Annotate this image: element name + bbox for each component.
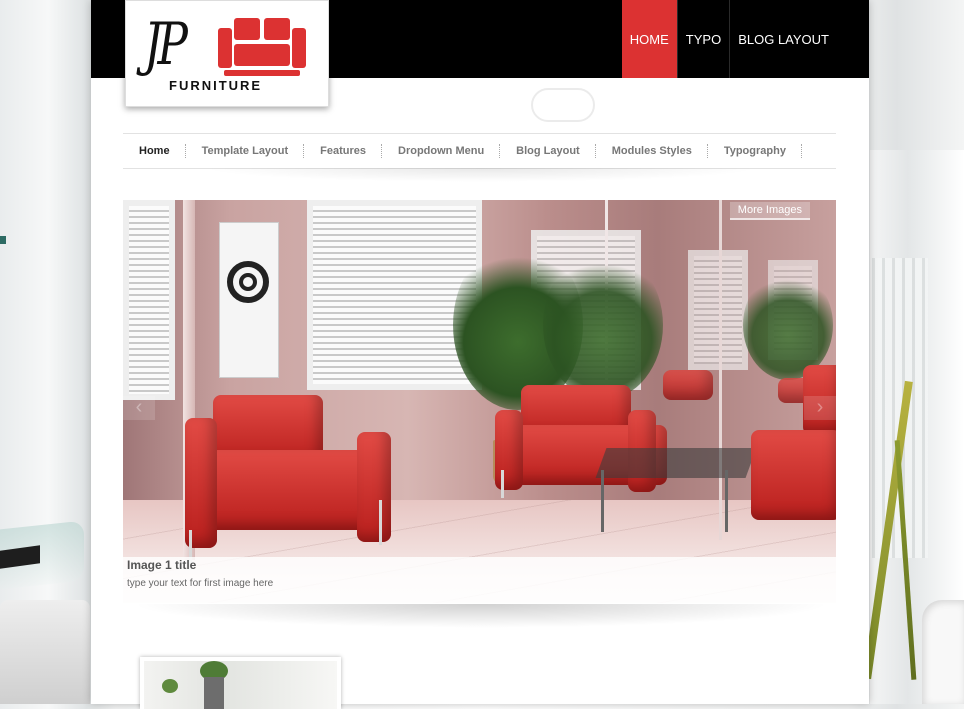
menu-item-features[interactable]: Features — [304, 144, 383, 158]
chevron-right-icon[interactable]: › — [804, 396, 836, 420]
page-container: JP FURNITURE HOME TYPO BLOG LAYOUT Home … — [91, 0, 869, 709]
menu-shadow — [201, 168, 761, 182]
background-lamp — [922, 600, 964, 704]
spiral-art-icon — [227, 261, 269, 303]
slide-armchair — [751, 430, 836, 520]
background-accent — [0, 236, 6, 244]
slide-plant — [743, 270, 833, 380]
image-slideshow[interactable]: More Images ‹ › Image 1 title type your … — [123, 200, 836, 603]
slide-armchair — [495, 410, 523, 490]
thumbnail-image[interactable] — [140, 657, 341, 709]
slideshow-shadow — [131, 604, 831, 628]
menu-item-home[interactable]: Home — [123, 144, 186, 158]
thumbnail-pot — [204, 677, 224, 709]
top-nav-typo[interactable]: TYPO — [676, 0, 729, 78]
more-images-button[interactable]: More Images — [729, 202, 810, 220]
main-menu: Home Template Layout Features Dropdown M… — [123, 133, 836, 169]
logo-letters: JP — [144, 10, 188, 78]
slide-window — [688, 250, 748, 370]
slide-glass-edge — [719, 200, 722, 540]
slide-window — [123, 200, 175, 400]
header-watermark — [531, 88, 595, 122]
site-logo[interactable]: JP FURNITURE — [125, 0, 329, 107]
slide-caption-title: Image 1 title — [127, 558, 197, 572]
slide-window — [307, 200, 482, 390]
menu-item-blog-layout[interactable]: Blog Layout — [500, 144, 596, 158]
slide-wall-art — [219, 222, 279, 378]
slide-plant — [543, 250, 663, 400]
slide-glass-table — [595, 448, 757, 478]
slide-chair-reflection — [663, 370, 713, 400]
menu-item-template-layout[interactable]: Template Layout — [186, 144, 305, 158]
menu-item-modules-styles[interactable]: Modules Styles — [596, 144, 708, 158]
background-chair — [0, 600, 90, 704]
slide-chair-leg — [501, 470, 504, 498]
chevron-left-icon[interactable]: ‹ — [123, 396, 155, 420]
slide-caption-text: type your text for first image here — [127, 578, 274, 589]
thumbnail-plant — [162, 679, 178, 693]
top-nav: HOME TYPO BLOG LAYOUT — [621, 0, 837, 78]
menu-item-typography[interactable]: Typography — [708, 144, 802, 158]
slide-table-leg — [601, 470, 604, 532]
logo-wordmark: FURNITURE — [169, 78, 263, 93]
menu-item-dropdown-menu[interactable]: Dropdown Menu — [382, 144, 501, 158]
slide-armchair — [185, 418, 217, 548]
sofa-logo-icon — [218, 18, 306, 76]
slide-table-leg — [725, 470, 728, 532]
slide-armchair — [357, 432, 391, 542]
top-nav-home[interactable]: HOME — [621, 0, 677, 78]
top-nav-blog-layout[interactable]: BLOG LAYOUT — [729, 0, 837, 78]
slide-chair-leg — [379, 500, 382, 545]
